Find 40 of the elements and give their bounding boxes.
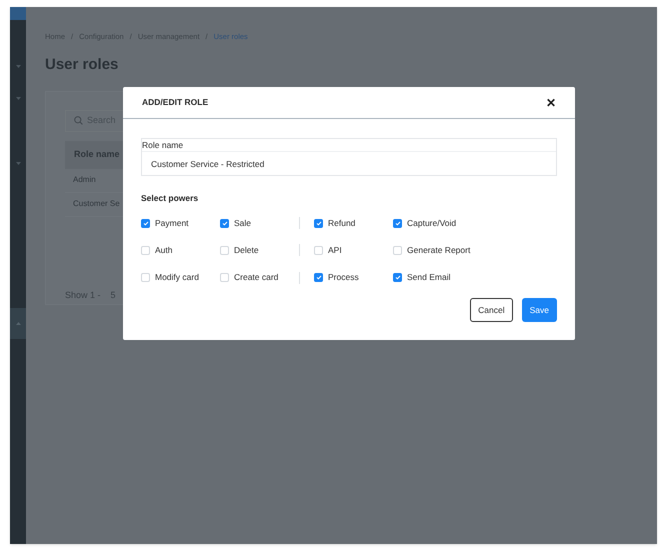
checkbox-label: Sale: [234, 216, 252, 230]
checkbox[interactable]: [141, 218, 150, 228]
checkbox-label: Create card: [234, 271, 278, 284]
save-button[interactable]: Save: [522, 298, 557, 322]
checkbox[interactable]: [393, 273, 402, 282]
checkbox-label: Generate Report: [407, 244, 470, 257]
checkbox[interactable]: [220, 218, 229, 228]
checkbox-label: Delete: [234, 244, 259, 257]
chevron-down-icon[interactable]: [16, 65, 20, 68]
chevron-up-icon: [16, 322, 20, 325]
checkbox[interactable]: [141, 273, 150, 282]
cancel-button[interactable]: Cancel: [470, 298, 513, 322]
chevron-down-icon[interactable]: [16, 97, 20, 100]
checkbox[interactable]: [141, 246, 150, 255]
search-icon: [74, 116, 83, 126]
role-name-field[interactable]: Role name Customer Service - Restricted: [141, 138, 557, 176]
checkbox[interactable]: [314, 218, 323, 228]
checkbox[interactable]: [314, 273, 323, 282]
checkbox-label: Send Email: [407, 271, 450, 284]
page-title: User roles: [45, 55, 120, 76]
close-button[interactable]: ✕: [546, 96, 556, 108]
sidebar-logo-block: [10, 7, 26, 20]
checkbox-label: Modify card: [155, 271, 199, 284]
checkbox-label: Auth: [155, 244, 172, 257]
checkbox-label: Payment: [155, 216, 189, 230]
dialog-title: ADD/EDIT ROLE: [142, 96, 208, 109]
checkbox-label: Capture/Void: [407, 216, 456, 230]
checkbox[interactable]: [393, 218, 402, 228]
section-heading: Select powers: [141, 192, 200, 205]
table-cell: Admin: [73, 174, 96, 186]
checkbox[interactable]: [220, 273, 229, 282]
table-cell: Customer Se: [73, 198, 120, 210]
chevron-down-icon[interactable]: [16, 162, 20, 165]
sidebar-item[interactable]: [10, 308, 26, 339]
checkbox-label: Process: [328, 271, 359, 284]
checkbox[interactable]: [393, 246, 402, 255]
checkbox[interactable]: [220, 246, 229, 255]
checkbox-label: Refund: [328, 216, 356, 230]
checkbox[interactable]: [314, 246, 323, 255]
checkbox-label: API: [328, 244, 342, 257]
